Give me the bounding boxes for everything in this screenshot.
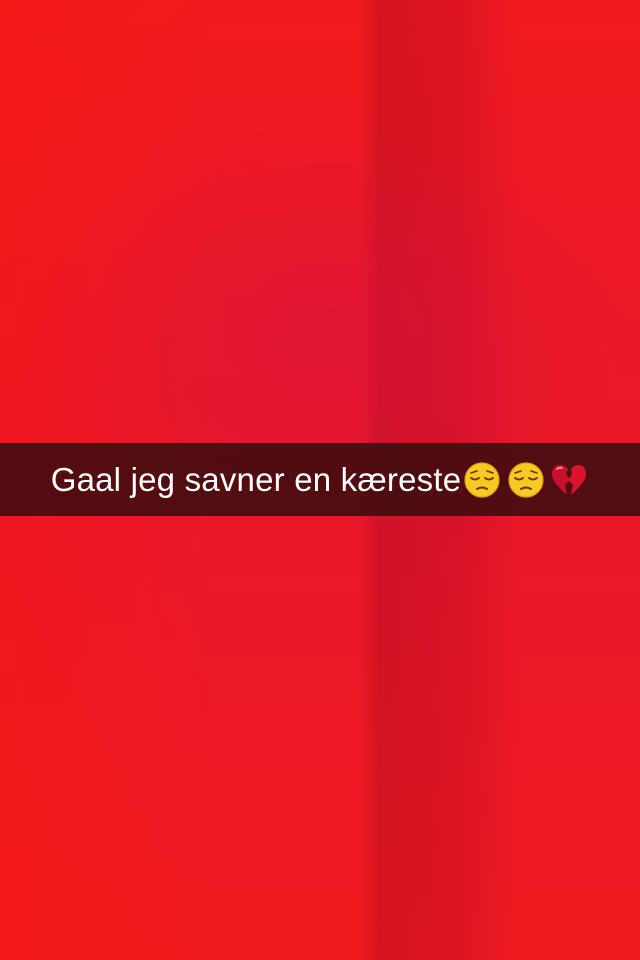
caption-bar[interactable]: Gaal jeg savner en kæreste [0, 443, 640, 516]
pensive-face-icon [463, 461, 501, 499]
broken-heart-icon [549, 461, 589, 499]
caption-text: Gaal jeg savner en kæreste [50, 460, 462, 498]
pensive-face-icon [507, 461, 545, 499]
